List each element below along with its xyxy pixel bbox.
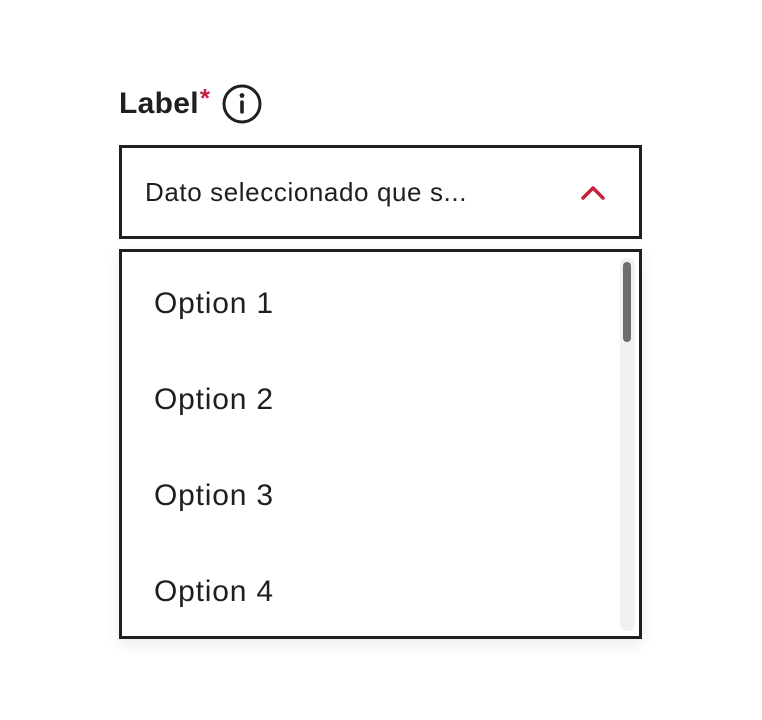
required-marker: * <box>199 82 210 113</box>
option-item-3[interactable]: Option 3 <box>154 476 274 516</box>
field-label-row: Label * <box>119 82 642 124</box>
option-item-1[interactable]: Option 1 <box>154 284 274 324</box>
chevron-up-icon <box>580 183 606 201</box>
field-label: Label <box>119 87 199 120</box>
info-icon[interactable] <box>222 84 262 124</box>
dropdown-field: Label * Dato seleccionado que s... Optio… <box>119 82 642 639</box>
options-listbox: Option 1 Option 2 Option 3 Option 4 <box>119 249 642 639</box>
dropdown-select[interactable]: Dato seleccionado que s... <box>119 145 642 239</box>
scrollbar-thumb[interactable] <box>623 262 631 342</box>
scrollbar-track[interactable] <box>620 258 635 631</box>
selected-value: Dato seleccionado que s... <box>145 176 468 207</box>
option-item-2[interactable]: Option 2 <box>154 380 274 420</box>
option-item-4[interactable]: Option 4 <box>154 572 274 612</box>
